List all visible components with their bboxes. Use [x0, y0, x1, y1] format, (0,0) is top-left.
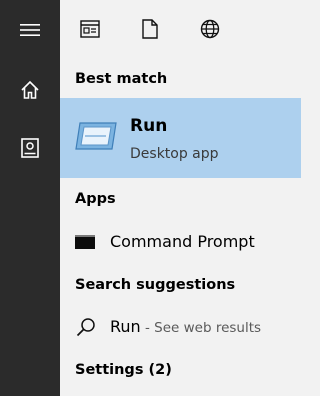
notebook-button[interactable]: [10, 128, 50, 168]
section-best-match: Best match: [75, 71, 168, 87]
suggestion-run-web[interactable]: Run - See web results: [60, 309, 301, 345]
section-settings[interactable]: Settings (2): [75, 362, 172, 378]
section-apps: Apps: [75, 191, 116, 207]
document-icon: [142, 19, 158, 39]
best-match-result[interactable]: Run Desktop app: [60, 98, 301, 178]
home-button[interactable]: [10, 70, 50, 110]
filter-bar: [60, 0, 301, 58]
globe-icon: [200, 19, 220, 39]
suggestion-query: Run: [110, 317, 141, 336]
apps-filter-button[interactable]: [75, 14, 105, 44]
cmd-icon: [75, 235, 95, 249]
left-rail: [0, 0, 60, 396]
menu-button[interactable]: [10, 10, 50, 50]
apps-filter-icon: [80, 20, 100, 38]
home-icon: [21, 80, 39, 99]
section-search-suggestions: Search suggestions: [75, 277, 236, 293]
run-icon: [75, 122, 117, 150]
web-filter-button[interactable]: [195, 14, 225, 44]
best-match-subtitle: Desktop app: [130, 146, 219, 162]
app-result-command-prompt[interactable]: Command Prompt: [60, 224, 301, 260]
app-result-label: Command Prompt: [110, 232, 255, 251]
best-match-title: Run: [130, 116, 168, 136]
suggestion-text: Run - See web results: [110, 317, 261, 336]
search-results-panel: Best match Run Desktop app Apps Command …: [60, 0, 301, 396]
search-icon: [76, 318, 95, 337]
hamburger-icon: [20, 24, 40, 36]
documents-filter-button[interactable]: [135, 14, 165, 44]
notebook-icon: [21, 138, 39, 158]
suggestion-hint: - See web results: [140, 320, 262, 336]
